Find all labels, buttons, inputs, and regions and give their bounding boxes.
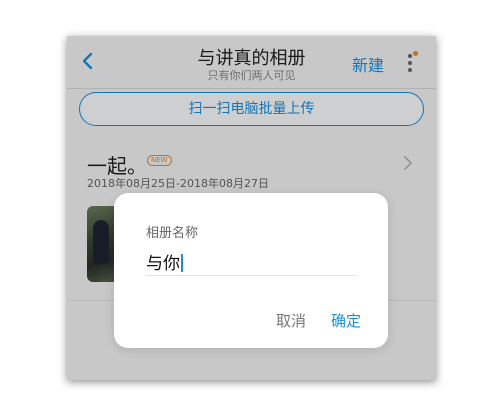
app-screen: 与讲真的相册 只有你们两人可见 新建 扫一扫电脑批量上传 一起。 NEW 201…	[67, 36, 436, 380]
album-name-text: 与你	[146, 254, 180, 274]
text-caret	[181, 254, 183, 272]
album-name-label: 相册名称	[146, 226, 199, 241]
album-name-input[interactable]: 与你	[146, 244, 356, 276]
confirm-button[interactable]: 确定	[331, 310, 361, 331]
rename-album-dialog: 相册名称 与你 取消 确定	[114, 193, 388, 348]
album-name-value: 与你	[146, 249, 183, 274]
cancel-button[interactable]: 取消	[276, 310, 306, 331]
